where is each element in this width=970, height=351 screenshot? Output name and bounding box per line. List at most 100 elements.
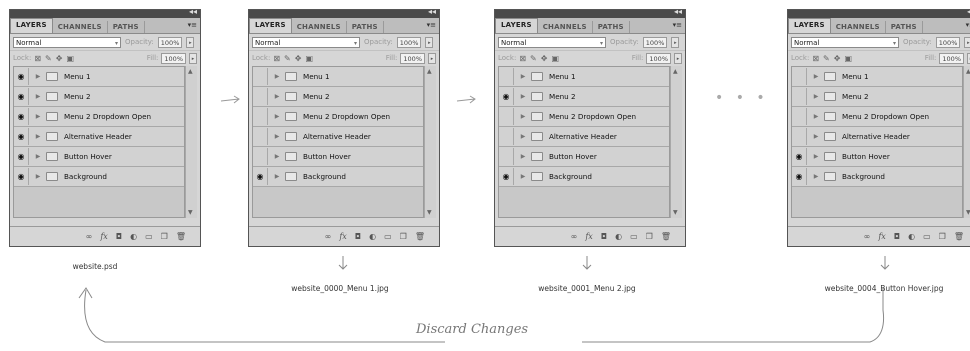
layer-row[interactable]: ▶ Alternative Header [253,127,423,147]
expand-triangle-icon[interactable]: ▶ [518,93,528,100]
tab-paths[interactable]: PATHS [108,21,145,33]
layer-row[interactable]: ◉ ▶ Button Hover [14,147,184,167]
fill-input[interactable]: 100% [161,52,186,64]
scroll-down-icon[interactable]: ▼ [188,209,193,216]
new-group-icon[interactable]: ▭ [384,232,392,241]
collapse-icon[interactable]: ◂◂ [189,7,197,17]
lock-all-icon[interactable]: ▣ [305,54,313,63]
opacity-input[interactable]: 100% [642,36,668,48]
expand-triangle-icon[interactable]: ▶ [518,113,528,120]
scrollbar[interactable]: ▲ ▼ [185,66,197,218]
tab-layers[interactable]: LAYERS [788,18,831,33]
lock-all-icon[interactable]: ▣ [66,54,74,63]
layer-row[interactable]: ◉ ▶ Menu 2 Dropdown Open [14,107,184,127]
expand-triangle-icon[interactable]: ▶ [33,153,43,160]
link-layers-icon[interactable]: ∞ [571,232,578,241]
mask-icon[interactable]: ◘ [894,232,900,241]
new-group-icon[interactable]: ▭ [145,232,153,241]
panel-menu-icon[interactable]: ▾≡ [427,21,436,29]
tab-layers[interactable]: LAYERS [249,18,292,33]
new-layer-icon[interactable]: ❐ [161,232,168,241]
layer-row[interactable]: ▶ Menu 2 [253,87,423,107]
blend-mode-select[interactable]: Normal ▾ [791,36,899,48]
expand-triangle-icon[interactable]: ▶ [518,73,528,80]
fill-input[interactable]: 100% [400,52,425,64]
visibility-eye-icon[interactable] [253,128,268,145]
layer-row[interactable]: ▶ Menu 2 [792,87,962,107]
visibility-eye-icon[interactable] [253,108,268,125]
visibility-eye-icon[interactable] [499,108,514,125]
lock-transparent-icon[interactable]: ⊠ [812,54,819,63]
visibility-eye-icon[interactable] [499,68,514,85]
tab-layers[interactable]: LAYERS [10,18,53,33]
lock-paint-icon[interactable]: ✎ [284,54,291,63]
fill-slider-button[interactable]: ▸ [428,52,436,64]
opacity-slider-button[interactable]: ▸ [964,36,970,48]
expand-triangle-icon[interactable]: ▶ [272,93,282,100]
layer-row[interactable]: ▶ Menu 1 [253,67,423,87]
visibility-eye-icon[interactable] [792,108,807,125]
adjustment-layer-icon[interactable]: ◐ [130,232,137,241]
layer-row[interactable]: ▶ Alternative Header [792,127,962,147]
mask-icon[interactable]: ◘ [116,232,122,241]
visibility-eye-icon[interactable] [253,88,268,105]
expand-triangle-icon[interactable]: ▶ [811,93,821,100]
tab-paths[interactable]: PATHS [886,21,923,33]
fill-slider-button[interactable]: ▸ [189,52,197,64]
expand-triangle-icon[interactable]: ▶ [33,93,43,100]
scroll-down-icon[interactable]: ▼ [673,209,678,216]
opacity-input[interactable]: 100% [935,36,961,48]
collapse-icon[interactable]: ◂◂ [428,7,436,17]
layer-row[interactable]: ▶ Menu 2 Dropdown Open [792,107,962,127]
visibility-eye-icon[interactable]: ◉ [14,128,29,145]
lock-all-icon[interactable]: ▣ [844,54,852,63]
expand-triangle-icon[interactable]: ▶ [272,173,282,180]
fx-icon[interactable]: fx [339,232,346,241]
layer-row[interactable]: ◉ ▶ Background [14,167,184,187]
visibility-eye-icon[interactable]: ◉ [792,148,807,165]
expand-triangle-icon[interactable]: ▶ [33,73,43,80]
fill-slider-button[interactable]: ▸ [674,52,682,64]
visibility-eye-icon[interactable]: ◉ [499,88,514,105]
visibility-eye-icon[interactable] [792,128,807,145]
tab-channels[interactable]: CHANNELS [538,21,593,33]
scrollbar[interactable]: ▲ ▼ [963,66,970,218]
tab-paths[interactable]: PATHS [347,21,384,33]
lock-transparent-icon[interactable]: ⊠ [34,54,41,63]
layer-row[interactable]: ◉ ▶ Background [499,167,669,187]
opacity-slider-button[interactable]: ▸ [425,36,434,48]
visibility-eye-icon[interactable] [253,68,268,85]
opacity-input[interactable]: 100% [396,36,422,48]
visibility-eye-icon[interactable] [792,88,807,105]
layer-row[interactable]: ▶ Alternative Header [499,127,669,147]
lock-move-icon[interactable]: ✥ [56,54,63,63]
expand-triangle-icon[interactable]: ▶ [811,133,821,140]
new-layer-icon[interactable]: ❐ [400,232,407,241]
lock-move-icon[interactable]: ✥ [834,54,841,63]
tab-channels[interactable]: CHANNELS [53,21,108,33]
opacity-slider-button[interactable]: ▸ [671,36,680,48]
expand-triangle-icon[interactable]: ▶ [518,133,528,140]
layer-row[interactable]: ▶ Menu 2 Dropdown Open [499,107,669,127]
visibility-eye-icon[interactable] [253,148,268,165]
link-layers-icon[interactable]: ∞ [86,232,93,241]
layer-row[interactable]: ◉ ▶ Menu 1 [14,67,184,87]
expand-triangle-icon[interactable]: ▶ [272,73,282,80]
visibility-eye-icon[interactable]: ◉ [499,168,514,185]
layer-row[interactable]: ▶ Menu 1 [792,67,962,87]
new-layer-icon[interactable]: ❐ [646,232,653,241]
fx-icon[interactable]: fx [100,232,107,241]
expand-triangle-icon[interactable]: ▶ [811,173,821,180]
layer-row[interactable]: ◉ ▶ Background [792,167,962,187]
visibility-eye-icon[interactable]: ◉ [14,108,29,125]
visibility-eye-icon[interactable]: ◉ [14,148,29,165]
expand-triangle-icon[interactable]: ▶ [33,113,43,120]
lock-transparent-icon[interactable]: ⊠ [519,54,526,63]
lock-move-icon[interactable]: ✥ [541,54,548,63]
tab-layers[interactable]: LAYERS [495,18,538,33]
fx-icon[interactable]: fx [585,232,592,241]
trash-icon[interactable]: 🗑 [415,232,425,241]
trash-icon[interactable]: 🗑 [661,232,671,241]
mask-icon[interactable]: ◘ [601,232,607,241]
lock-transparent-icon[interactable]: ⊠ [273,54,280,63]
